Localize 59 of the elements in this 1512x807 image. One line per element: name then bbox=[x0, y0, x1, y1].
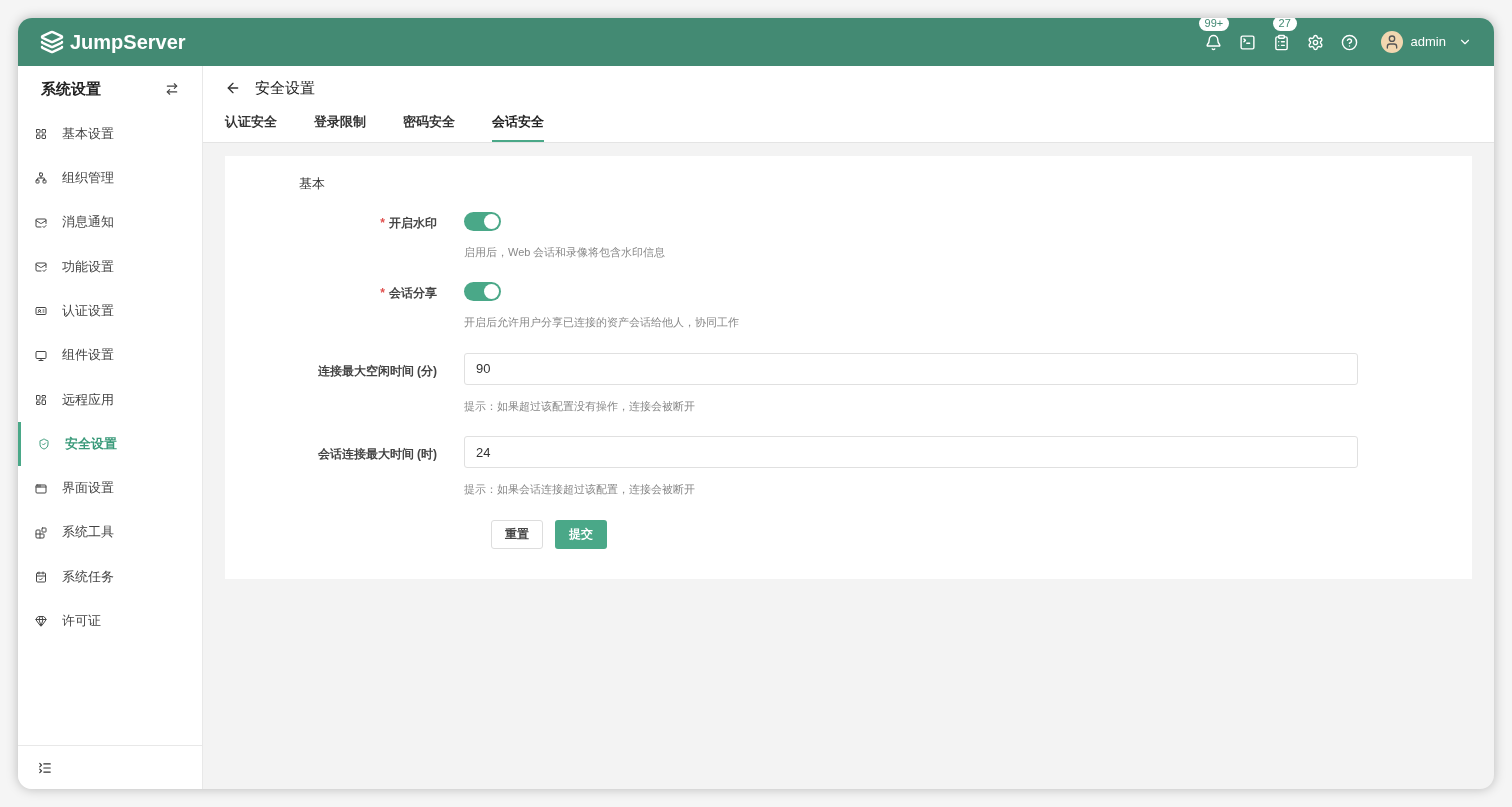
clipboard-icon[interactable] bbox=[1272, 33, 1290, 51]
task-badge: 27 bbox=[1272, 18, 1297, 31]
field-label: 会话分享 bbox=[389, 285, 437, 302]
page-title: 安全设置 bbox=[255, 77, 315, 98]
diamond-icon bbox=[35, 615, 47, 628]
required-mark: * bbox=[380, 214, 385, 232]
number-input[interactable]: 24 bbox=[464, 436, 1358, 468]
monitor-icon bbox=[35, 349, 47, 362]
sidebar-item[interactable]: 基本设置 bbox=[18, 112, 202, 157]
calendar-icon bbox=[35, 571, 47, 584]
sidebar-item[interactable]: 系统任务 bbox=[18, 554, 202, 600]
help-icon[interactable] bbox=[1340, 33, 1358, 51]
tiles-icon bbox=[35, 393, 47, 406]
notification-badge: 99+ bbox=[1198, 18, 1230, 31]
help-text: 提示：如果会话连接超过该配置，连接会被断开 bbox=[464, 482, 696, 497]
switch-icon[interactable] bbox=[165, 82, 179, 96]
sidebar-item[interactable]: 界面设置 bbox=[18, 466, 202, 511]
sidebar-item[interactable]: 功能设置 bbox=[18, 244, 202, 290]
terminal-icon[interactable] bbox=[1238, 33, 1256, 51]
bell-icon[interactable] bbox=[1204, 33, 1222, 51]
mail-icon bbox=[35, 261, 47, 274]
number-input[interactable]: 90 bbox=[464, 352, 1358, 385]
sidebar-item[interactable]: 组件设置 bbox=[18, 333, 202, 378]
sidebar-title: 系统设置 bbox=[41, 78, 101, 99]
tab[interactable]: 会话安全 bbox=[492, 110, 544, 142]
tab[interactable]: 密码安全 bbox=[403, 110, 455, 142]
help-text: 开启后允许用户分享已连接的资产会话给他人，协同工作 bbox=[464, 315, 740, 330]
sidebar-item[interactable]: 组织管理 bbox=[18, 156, 202, 201]
sidebar-item[interactable]: 系统工具 bbox=[18, 510, 202, 555]
blocks-icon bbox=[35, 526, 47, 539]
mail-icon bbox=[35, 216, 47, 229]
sidebar-item[interactable]: 许可证 bbox=[18, 599, 202, 644]
help-text: 提示：如果超过该配置没有操作，连接会被断开 bbox=[464, 398, 696, 414]
toggle-switch[interactable] bbox=[464, 211, 501, 231]
logo-icon bbox=[40, 30, 64, 54]
hierarchy-icon bbox=[35, 172, 47, 185]
field-label: 连接最大空闲时间 (分) bbox=[317, 362, 437, 380]
field-label: 会话连接最大时间 (时) bbox=[317, 446, 437, 463]
shield-check-icon bbox=[38, 438, 50, 451]
window-icon bbox=[35, 482, 47, 495]
sidebar-item[interactable]: 消息通知 bbox=[18, 200, 202, 245]
help-text: 启用后，Web 会话和录像将包含水印信息 bbox=[464, 244, 667, 260]
toggle-switch[interactable] bbox=[464, 282, 501, 301]
id-card-icon bbox=[35, 305, 47, 318]
section-title: 基本 bbox=[299, 175, 326, 193]
sidebar-item[interactable]: 安全设置 bbox=[18, 422, 202, 467]
field-label: 开启水印 bbox=[389, 214, 437, 232]
user-menu[interactable]: admin bbox=[1380, 31, 1472, 53]
tab[interactable]: 登录限制 bbox=[314, 110, 366, 142]
tab[interactable]: 认证安全 bbox=[225, 110, 277, 142]
avatar-icon bbox=[1380, 31, 1403, 53]
sidebar-item[interactable]: 远程应用 bbox=[18, 377, 202, 423]
reset-button[interactable]: 重置 bbox=[491, 519, 543, 549]
brand-name: JumpServer bbox=[70, 30, 186, 55]
required-mark: * bbox=[380, 285, 385, 302]
settings-icon[interactable] bbox=[1306, 33, 1324, 51]
sidebar-item[interactable]: 认证设置 bbox=[18, 289, 202, 334]
collapse-icon[interactable] bbox=[38, 760, 52, 775]
grid-icon bbox=[35, 128, 47, 141]
